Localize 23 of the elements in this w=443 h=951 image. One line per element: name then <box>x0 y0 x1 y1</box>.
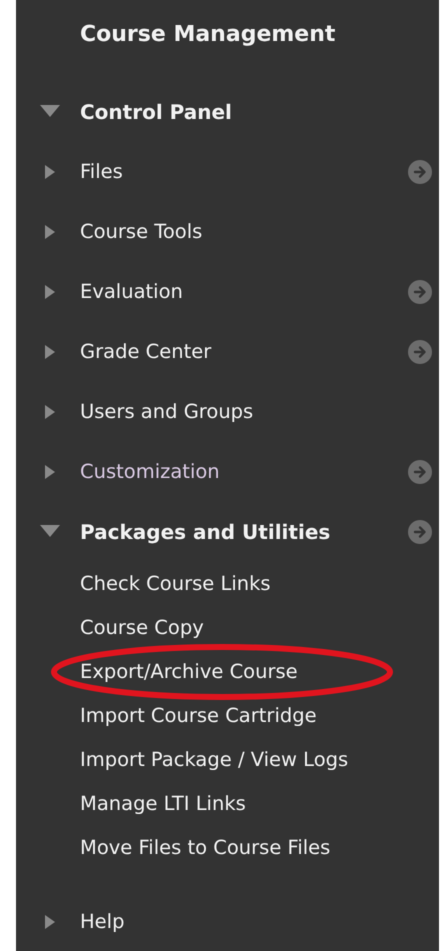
expanded-triangle-icon[interactable] <box>40 105 60 119</box>
menu-item[interactable]: Course Tools <box>80 219 202 245</box>
menu-item[interactable]: Evaluation <box>80 279 183 305</box>
section-heading[interactable]: Control Panel <box>80 99 232 125</box>
arrow-circle-icon[interactable] <box>408 340 432 364</box>
submenu-link[interactable]: Import Course Cartridge <box>80 703 317 729</box>
menu-item[interactable]: Users and Groups <box>80 399 254 425</box>
menu-item[interactable]: Help <box>80 909 124 935</box>
submenu-link[interactable]: Move Files to Course Files <box>80 835 330 861</box>
panel-title: Course Management <box>80 21 336 49</box>
submenu-link[interactable]: Import Package / View Logs <box>80 747 348 773</box>
menu-item[interactable]: Packages and Utilities <box>80 519 330 545</box>
submenu-link[interactable]: Course Copy <box>80 615 204 641</box>
menu-item[interactable]: Grade Center <box>80 339 212 365</box>
arrow-circle-icon[interactable] <box>408 520 432 544</box>
submenu-link[interactable]: Check Course Links <box>80 571 271 597</box>
submenu-link[interactable]: Manage LTI Links <box>80 791 246 817</box>
arrow-circle-icon[interactable] <box>408 280 432 304</box>
menu-item[interactable]: Files <box>80 159 123 185</box>
menu-item[interactable]: Customization <box>80 459 220 485</box>
arrow-circle-icon[interactable] <box>408 460 432 484</box>
arrow-circle-icon[interactable] <box>408 160 432 184</box>
expanded-triangle-icon[interactable] <box>40 525 60 539</box>
